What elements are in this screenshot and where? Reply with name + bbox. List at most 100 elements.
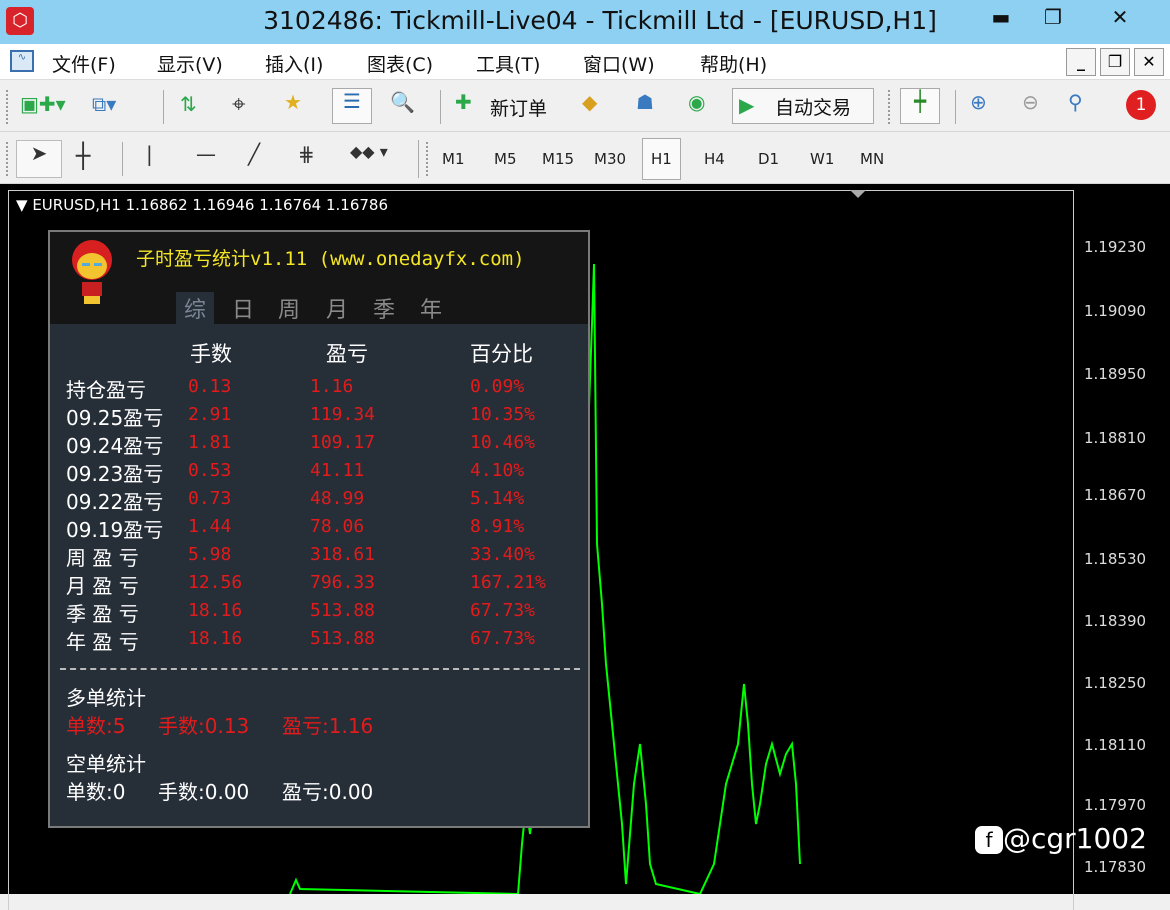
bar-chart-icon[interactable]: ┿ <box>900 88 940 124</box>
row-pl: 78.06 <box>310 516 365 537</box>
terminal-icon[interactable]: ☰ <box>332 88 372 124</box>
row-pl: 109.17 <box>310 432 376 453</box>
menu-file[interactable]: 文件(F) <box>52 50 116 77</box>
price-label: 1.18670 <box>1084 486 1147 504</box>
row-label: 09.22盈亏 <box>66 490 164 514</box>
menu-view[interactable]: 显示(V) <box>157 50 223 77</box>
menu-window[interactable]: 窗口(W) <box>583 50 655 77</box>
short-count: 单数:0 <box>66 780 126 804</box>
long-stats-title: 多单统计 <box>66 686 146 710</box>
chart-window-icon[interactable]: ∿ <box>10 50 34 72</box>
price-label: 1.18950 <box>1084 365 1147 383</box>
trendline-icon[interactable]: ╱ <box>248 142 260 166</box>
maximize-button[interactable]: ❐ <box>1030 0 1076 36</box>
row-percent: 0.09% <box>470 376 525 397</box>
menu-charts[interactable]: 图表(C) <box>367 50 433 77</box>
toolbar-grip[interactable] <box>6 90 10 124</box>
short-lots: 手数:0.00 <box>158 780 250 804</box>
fibonacci-icon[interactable]: ⋕ <box>298 142 315 166</box>
search-icon[interactable]: ⚲ <box>1068 90 1083 114</box>
social-logo-icon: f <box>975 826 1003 854</box>
menu-insert[interactable]: 插入(I) <box>265 50 323 77</box>
tab-day[interactable]: 日 <box>224 292 262 324</box>
signals-icon[interactable]: ☗ <box>636 90 654 114</box>
market-icon[interactable]: ◉ <box>688 90 705 114</box>
timeframe-h4[interactable]: H4 <box>704 150 725 168</box>
panel-header: 子时盈亏统计v1.11 (www.onedayfx.com) 综 日 周 月 季… <box>50 232 588 324</box>
panel-title: 子时盈亏统计v1.11 (www.onedayfx.com) <box>136 248 525 270</box>
timeframe-m30[interactable]: M30 <box>594 150 626 168</box>
metaeditor-icon[interactable]: ◆ <box>582 90 597 114</box>
tab-week[interactable]: 周 <box>270 292 308 324</box>
watermark: f @cgr1002 <box>975 822 1147 855</box>
row-lots: 12.56 <box>188 572 243 593</box>
row-percent: 167.21% <box>470 572 546 593</box>
tab-year[interactable]: 年 <box>412 292 450 324</box>
menu-tools[interactable]: 工具(T) <box>476 50 540 77</box>
drawing-toolbar: ➤ ┼ | — ╱ ⋕ ◆◆ ▾ <box>0 134 1170 184</box>
long-lots: 手数:0.13 <box>158 714 250 738</box>
timeframe-m1[interactable]: M1 <box>442 150 465 168</box>
row-percent: 67.73% <box>470 600 536 621</box>
price-label: 1.18530 <box>1084 550 1147 568</box>
row-lots: 0.73 <box>188 488 232 509</box>
price-label: 1.19230 <box>1084 238 1147 256</box>
row-lots: 18.16 <box>188 628 243 649</box>
title-bar: ⬡ 3102486: Tickmill-Live04 - Tickmill Lt… <box>0 0 1170 44</box>
horizontal-line-icon[interactable]: — <box>196 142 216 166</box>
crosshair-data-window-icon[interactable]: ⌖ <box>232 90 246 118</box>
watermark-text: @cgr1002 <box>1003 822 1147 855</box>
row-label: 09.24盈亏 <box>66 434 164 458</box>
row-percent: 33.40% <box>470 544 536 565</box>
price-label: 1.17830 <box>1084 858 1147 876</box>
timeframe-m15[interactable]: M15 <box>542 150 574 168</box>
row-lots: 0.53 <box>188 460 232 481</box>
row-pl: 796.33 <box>310 572 376 593</box>
new-chart-icon[interactable]: ▣✚▾ <box>20 92 66 116</box>
column-percent: 百分比 <box>470 342 533 366</box>
market-watch-icon[interactable]: ⇅ <box>180 92 197 116</box>
mdi-restore-button[interactable]: ❐ <box>1100 48 1130 76</box>
price-label: 1.18810 <box>1084 429 1147 447</box>
crosshair-icon[interactable]: ┼ <box>76 142 90 170</box>
long-pl: 盈亏:1.16 <box>282 714 374 738</box>
price-label: 1.17970 <box>1084 796 1147 814</box>
row-lots: 1.44 <box>188 516 232 537</box>
cursor-icon[interactable]: ➤ <box>16 140 62 178</box>
short-stats-title: 空单统计 <box>66 752 146 776</box>
price-label: 1.18390 <box>1084 612 1147 630</box>
menu-help[interactable]: 帮助(H) <box>700 50 767 77</box>
minimize-button[interactable]: ▬ <box>978 0 1024 36</box>
row-percent: 10.35% <box>470 404 536 425</box>
row-pl: 1.16 <box>310 376 354 397</box>
close-button[interactable]: ✕ <box>1080 0 1160 36</box>
tab-quarter[interactable]: 季 <box>365 292 403 324</box>
navigator-icon[interactable]: ★ <box>284 90 302 114</box>
zoom-in-icon[interactable]: ⊕ <box>970 90 987 114</box>
auto-trading-button[interactable]: ▶ 自动交易 <box>732 88 874 124</box>
timeframe-d1[interactable]: D1 <box>758 150 779 168</box>
shapes-dropdown-icon[interactable]: ◆◆ ▾ <box>350 142 388 161</box>
mdi-minimize-button[interactable]: _ <box>1066 48 1096 76</box>
timeframe-h1[interactable]: H1 <box>642 138 681 180</box>
menu-bar: ∿ 文件(F) 显示(V) 插入(I) 图表(C) 工具(T) 窗口(W) 帮助… <box>0 44 1170 80</box>
column-pl: 盈亏 <box>326 342 368 366</box>
vertical-line-icon[interactable]: | <box>146 142 153 166</box>
tab-month[interactable]: 月 <box>318 292 356 324</box>
price-axis[interactable]: 1.19230 1.19090 1.18950 1.18810 1.18670 … <box>1074 184 1160 894</box>
row-lots: 1.81 <box>188 432 232 453</box>
row-percent: 4.10% <box>470 460 525 481</box>
timeframe-w1[interactable]: W1 <box>810 150 834 168</box>
timeframe-mn[interactable]: MN <box>860 150 884 168</box>
zoom-out-icon[interactable]: ⊖ <box>1022 90 1039 114</box>
window-title: 3102486: Tickmill-Live04 - Tickmill Ltd … <box>263 6 937 35</box>
new-order-button[interactable]: 新订单 <box>490 94 547 121</box>
row-pl: 513.88 <box>310 600 376 621</box>
strategy-tester-icon[interactable]: 🔍 <box>390 90 415 114</box>
tab-summary[interactable]: 综 <box>176 292 214 324</box>
profiles-icon[interactable]: ⧉▾ <box>92 92 116 116</box>
timeframe-m5[interactable]: M5 <box>494 150 517 168</box>
mdi-close-button[interactable]: ✕ <box>1134 48 1164 76</box>
standard-toolbar: ▣✚▾ ⧉▾ ⇅ ⌖ ★ ☰ 🔍 ✚ 新订单 ◆ ☗ ◉ ▶ 自动交易 ┿ ⊕ … <box>0 82 1170 132</box>
notification-badge[interactable]: 1 <box>1126 90 1156 120</box>
